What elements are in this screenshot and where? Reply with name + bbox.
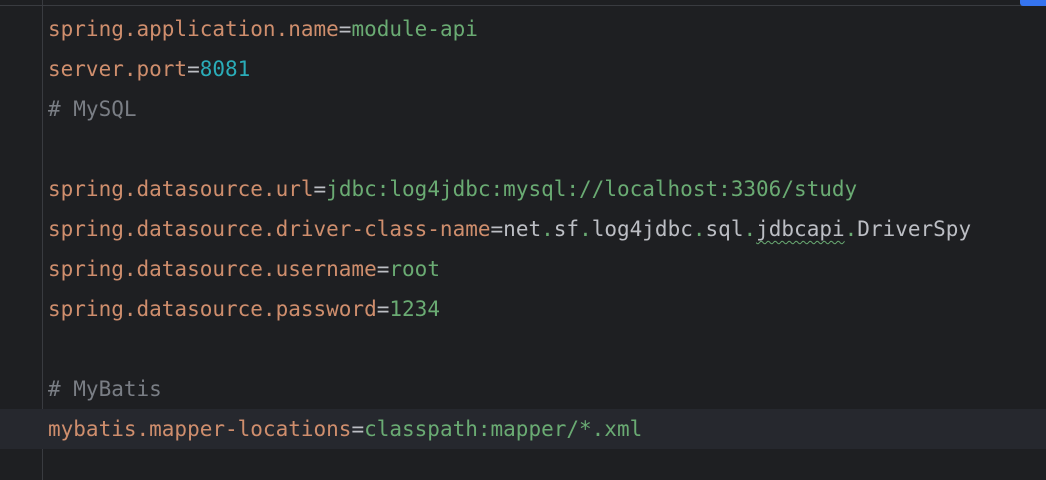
property-key: spring.datasource.driver-class-name xyxy=(48,217,491,241)
equals-sign: = xyxy=(187,57,200,81)
code-editor[interactable]: spring.application.name=module-api serve… xyxy=(0,0,1046,480)
property-key: spring.application.name xyxy=(48,17,339,41)
code-line-empty[interactable] xyxy=(0,329,1046,369)
equals-sign: = xyxy=(338,17,352,41)
code-line[interactable]: # MySQL xyxy=(0,89,1046,129)
code-line[interactable]: server.port=8081 xyxy=(0,49,1046,89)
package-dot: . xyxy=(541,217,554,241)
property-value: module-api xyxy=(351,17,478,41)
comment: # MySQL xyxy=(48,97,137,121)
package-dot: . xyxy=(844,217,858,241)
equals-sign: = xyxy=(313,177,327,201)
package-segment: net xyxy=(503,217,542,241)
code-line[interactable]: spring.datasource.url=jdbc:log4jdbc:mysq… xyxy=(0,169,1046,209)
code-line[interactable]: spring.datasource.driver-class-name=net.… xyxy=(0,209,1046,249)
property-key: spring.datasource.password xyxy=(48,297,377,321)
comment: # MyBatis xyxy=(48,377,162,401)
property-value: 1234 xyxy=(389,297,440,321)
package-dot: . xyxy=(743,217,757,241)
code-line[interactable]: # MyBatis xyxy=(0,369,1046,409)
code-line[interactable]: spring.application.name=module-api xyxy=(0,9,1046,49)
property-value: classpath:mapper/*.xml xyxy=(364,417,643,441)
property-value: 8081 xyxy=(199,57,251,81)
package-dot: . xyxy=(692,217,706,241)
property-key: spring.datasource.username xyxy=(48,257,377,281)
property-value: root xyxy=(389,257,440,281)
equals-sign: = xyxy=(490,217,504,241)
equals-sign: = xyxy=(351,417,365,441)
code-lines[interactable]: spring.application.name=module-api serve… xyxy=(0,9,1046,449)
equals-sign: = xyxy=(376,297,390,321)
package-segment: DriverSpy xyxy=(857,217,972,241)
code-line-empty[interactable] xyxy=(0,129,1046,169)
editor-tab-accent xyxy=(1020,0,1046,6)
property-key: server.port xyxy=(48,57,188,81)
property-key: mybatis.mapper-locations xyxy=(48,417,352,441)
property-value: jdbc:log4jdbc:mysql://localhost:3306/stu… xyxy=(326,177,858,201)
code-line[interactable]: spring.datasource.password=1234 xyxy=(0,289,1046,329)
editor-top-border xyxy=(0,0,1046,6)
package-segment: sql xyxy=(705,217,744,241)
property-key: spring.datasource.url xyxy=(48,177,314,201)
package-dot: . xyxy=(579,217,592,241)
code-line[interactable]: spring.datasource.username=root xyxy=(0,249,1046,289)
package-segment: sf xyxy=(553,217,580,241)
equals-sign: = xyxy=(376,257,390,281)
code-line-current[interactable]: mybatis.mapper-locations=classpath:mappe… xyxy=(0,409,1046,449)
package-segment: log4jdbc xyxy=(591,217,693,241)
package-segment-typo: jdbcapi xyxy=(756,217,845,241)
